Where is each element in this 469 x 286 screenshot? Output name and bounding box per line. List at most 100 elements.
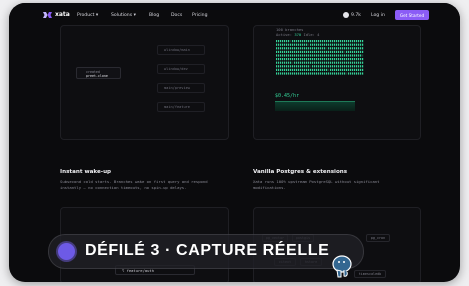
branch-dot [306, 50, 308, 53]
branch-dot [346, 47, 348, 50]
branch-dot [332, 50, 334, 53]
branch-dot [308, 58, 310, 61]
branch-dot [340, 47, 342, 50]
branch-dot [302, 43, 304, 46]
branch-dot [352, 54, 354, 57]
branch-dot [304, 40, 306, 43]
feature-desc-wake: Subsecond cold starts. Branches wake on … [60, 179, 208, 190]
branch-dot [296, 54, 298, 57]
branch-dot [288, 58, 290, 61]
branch-dot [306, 65, 308, 68]
branch-dot [276, 43, 278, 46]
branch-dot [324, 61, 326, 64]
branch-dot [288, 65, 290, 68]
branch-dot [304, 61, 306, 64]
screenshot-frame: xata Product ▾ Solutions ▾ Blog Docs Pri… [9, 3, 460, 282]
branch-dot [320, 68, 322, 71]
branch-dot [338, 50, 340, 53]
branch-dot [342, 40, 344, 43]
stats-idle: Idle: 4 [303, 32, 320, 37]
branch-dot [292, 50, 294, 53]
branch-dot [340, 72, 342, 75]
branch-dot [320, 61, 322, 64]
login-link[interactable]: Log in [371, 13, 385, 18]
branch-dot [354, 61, 356, 64]
branch-dot [322, 43, 324, 46]
branch-dot [316, 58, 318, 61]
branch-dot [298, 61, 300, 64]
branch-dot [276, 68, 278, 71]
branch-dot [292, 65, 294, 68]
nav-product[interactable]: Product ▾ [77, 13, 98, 18]
branch-dot [314, 40, 316, 43]
branch-dot [314, 58, 316, 61]
branch-dot [336, 47, 338, 50]
branch-dot [294, 68, 296, 71]
nav-product-label: Product [77, 13, 95, 18]
branch-dot [282, 50, 284, 53]
get-started-button[interactable]: Get Started [395, 10, 429, 20]
branch-dot [282, 72, 284, 75]
branch-dot [290, 47, 292, 50]
branching-panel: wlindow/main wlindow/dev main/preview ma… [60, 25, 229, 140]
branch-dot [328, 54, 330, 57]
branch-dot [306, 47, 308, 50]
branch-dot [302, 65, 304, 68]
branch-dot [300, 43, 302, 46]
branch-dot [360, 47, 362, 50]
branch-dot [342, 61, 344, 64]
branch-dot [328, 40, 330, 43]
branch-dot [336, 65, 338, 68]
branch-dot [296, 68, 298, 71]
branch-dot [320, 58, 322, 61]
github-link[interactable]: 9.7k [343, 12, 361, 18]
branch-dot [308, 72, 310, 75]
branch-dot [332, 72, 334, 75]
branch-dot [314, 72, 316, 75]
branch-dot [314, 47, 316, 50]
branch-dot [344, 61, 346, 64]
branch-dot [282, 40, 284, 43]
nav-blog[interactable]: Blog [149, 13, 159, 18]
branch-dot [292, 54, 294, 57]
branch-dot [330, 58, 332, 61]
branch-dot [360, 68, 362, 71]
logo[interactable]: xata [43, 11, 70, 18]
branch-dot [340, 40, 342, 43]
branch-dot [344, 40, 346, 43]
branch-dot [278, 72, 280, 75]
branch-dot [294, 50, 296, 53]
branch-dot [310, 47, 312, 50]
branch-dot [316, 43, 318, 46]
branch-dot [278, 58, 280, 61]
branch-dot [294, 61, 296, 64]
xata-logo-icon [43, 11, 52, 18]
branch-dot [276, 47, 278, 50]
feature-desc-postgres: Xata runs 100% upstream PostgreSQL witho… [253, 179, 380, 190]
nav-docs[interactable]: Docs [171, 13, 182, 18]
branch-dot [340, 61, 342, 64]
nav-pricing[interactable]: Pricing [192, 13, 207, 18]
nav-solutions-label: Solutions [111, 13, 133, 18]
branch-dot [284, 47, 286, 50]
branch-dot [330, 72, 332, 75]
branch-dot [280, 72, 282, 75]
branch-dot [312, 65, 314, 68]
branch-dot [314, 50, 316, 53]
branch-dot [338, 58, 340, 61]
branch-dot [298, 40, 300, 43]
branch-dot [336, 50, 338, 53]
branch-dot [356, 65, 358, 68]
branch-dot [350, 50, 352, 53]
branch-dot [328, 72, 330, 75]
branch-dot [300, 58, 302, 61]
branch-dot [278, 50, 280, 53]
branch-dot [362, 72, 364, 75]
branch-dot [310, 65, 312, 68]
feature-title-postgres: Vanilla Postgres & extensions [253, 169, 348, 175]
branch-dot [356, 61, 358, 64]
branch-dot [288, 68, 290, 71]
nav-solutions[interactable]: Solutions ▾ [111, 13, 136, 18]
branch-dot [310, 58, 312, 61]
branch-dot [284, 61, 286, 64]
